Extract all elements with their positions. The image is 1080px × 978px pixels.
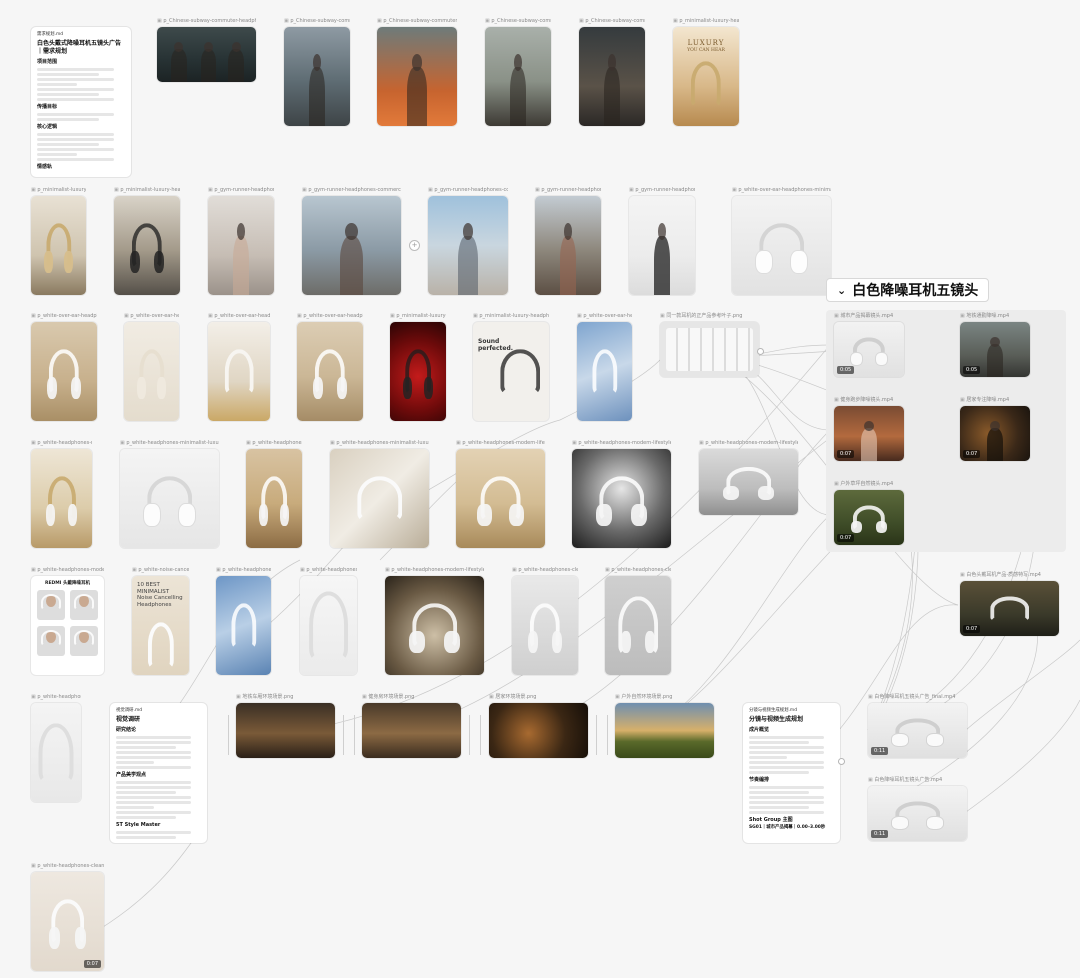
image-node[interactable]: 居家环境场景.png: [489, 694, 588, 758]
video-node[interactable]: 户外草坪自然镜头.mp4 0:07: [834, 481, 904, 545]
image-node[interactable]: p_white-headphones-...: [216, 567, 271, 675]
connector-handle[interactable]: [838, 758, 845, 765]
scroll-indicator: [607, 715, 608, 755]
requirements-doc[interactable]: 需求规划.md 白色头戴式降噪耳机五镜头广告｜需求规划 项目范围 传播目标 核心…: [31, 27, 131, 177]
scroll-indicator: [354, 715, 355, 755]
doc-title: 视觉调研: [116, 715, 141, 723]
doc-title: 白色头戴式降噪耳机五镜头广告｜需求规划: [37, 39, 122, 55]
image-node[interactable]: p_white-over-ear-headphones-minimalist-.…: [732, 187, 831, 295]
group-title[interactable]: ⌄ 白色降噪耳机五镜头: [826, 278, 990, 302]
add-node-icon[interactable]: +: [409, 240, 420, 251]
image-node[interactable]: p_gym-runner-headphones-...: [535, 187, 601, 295]
image-node[interactable]: p_white-headphones-clean-...: [605, 567, 671, 675]
image-node[interactable]: p_white-headphones-modern-lifestyle-...: [572, 440, 671, 548]
doc-heading: 研究结论: [116, 726, 137, 733]
video-node[interactable]: p_white-headphones-clean-mat... 0:07: [31, 863, 104, 971]
image-node[interactable]: p_white-headphones-minimalist-luxury-com…: [330, 440, 429, 548]
node-label: 视觉调研.md: [116, 708, 143, 713]
video-node[interactable]: 白色头戴耳机产品-质感特写.mp4 0:07: [960, 572, 1059, 636]
connector-handle[interactable]: [757, 348, 764, 355]
image-node[interactable]: p_minimalist-luxury-h...: [390, 313, 446, 421]
scroll-indicator: [596, 715, 597, 755]
image-node[interactable]: 健身房环境场景.png: [362, 694, 461, 758]
image-node[interactable]: p_gym-runner-headphones-...: [208, 187, 274, 295]
chevron-down-icon[interactable]: ⌄: [837, 284, 846, 297]
image-node[interactable]: p_white-headphones-minimalist-luxury-com…: [120, 440, 219, 548]
doc-heading: 5T Style Master: [116, 821, 161, 828]
doc-line: SG01｜城市产品揭幕｜0.00–3.00秒: [749, 824, 826, 830]
image-node[interactable]: p_minimalist-luxury-headph... LUXURY YOU…: [673, 18, 739, 126]
image-node[interactable]: p_minimalist-luxury-headphon... Sound pe…: [473, 313, 549, 421]
storyboard-doc[interactable]: 分镜与视频生成规划.md 分镜与视频生成规划 成片概览 节奏编排 Shot Gr…: [743, 703, 840, 843]
image-node[interactable]: p_white-over-ear-headphon...: [31, 313, 97, 421]
doc-heading: 项目范围: [37, 58, 58, 65]
image-node[interactable]: p_white-headphones-modern-lifestyle-comm…: [385, 567, 484, 675]
image-node[interactable]: p_gym-runner-headphones-co...: [629, 187, 695, 295]
image-node[interactable]: p_Chinese-subway-commuter-...: [377, 18, 457, 126]
image-node[interactable]: p_Chinese-subway-commut...: [579, 18, 645, 126]
image-node[interactable]: p_white-over-ear-headph...: [208, 313, 270, 421]
image-node[interactable]: 地铁车厢环境场景.png: [236, 694, 335, 758]
node-label: 分镜与视频生成规划.md: [749, 708, 797, 713]
image-node[interactable]: p_Chinese-subway-commut...: [485, 18, 551, 126]
image-node[interactable]: p_white-over-ear-hea...: [124, 313, 179, 421]
video-node[interactable]: 地铁通勤降噪.mp4 0:05: [960, 313, 1030, 377]
doc-heading: 节奏编排: [749, 776, 770, 783]
poster-title: Sound perfected.: [478, 338, 514, 352]
video-node[interactable]: 城市产品揭幕镜头.mp4 0:05: [834, 313, 904, 377]
image-node[interactable]: p_gym-runner-headphones-commercial-...: [428, 187, 508, 295]
video-node[interactable]: 健身跑步降噪镜头.mp4 0:07: [834, 397, 904, 461]
image-node[interactable]: 户外自然环境场景.png: [615, 694, 714, 758]
poster-title: 10 BEST MINIMALIST Noise Cancelling Head…: [137, 582, 183, 608]
video-node[interactable]: 居家专注降噪.mp4 0:07: [960, 397, 1030, 461]
group-title-text: 白色降噪耳机五镜头: [852, 283, 979, 299]
image-node[interactable]: p_white-headphones-...: [246, 440, 302, 548]
video-node[interactable]: 白色降噪耳机五镜头广告_final.mp4 0:11: [868, 694, 967, 758]
image-node[interactable]: p_white-headphones-...: [31, 694, 81, 802]
workflow-canvas[interactable]: 需求规划.md 白色头戴式降噪耳机五镜头广告｜需求规划 项目范围 传播目标 核心…: [0, 0, 1080, 978]
poster-title: LUXURY: [687, 39, 725, 47]
doc-heading: 传播目标: [37, 103, 58, 110]
image-node[interactable]: p_white-headphones-modern-lifestyle-comm…: [699, 440, 798, 515]
image-node[interactable]: p_minimalist-luxury-h...: [31, 187, 86, 295]
scroll-indicator: [480, 715, 481, 755]
image-node[interactable]: p_Chinese-subway-commut...: [284, 18, 350, 126]
image-node[interactable]: p_white-headphones-clean-...: [512, 567, 578, 675]
image-node[interactable]: p_gym-runner-headphones-commercial-phot.…: [302, 187, 401, 295]
image-node[interactable]: p_minimalist-luxury-headph...: [114, 187, 180, 295]
scroll-indicator: [228, 715, 229, 755]
image-node[interactable]: 同一款耳机的正产品参考叶子.png: [660, 313, 759, 377]
image-node[interactable]: p_white-over-ear-hea...: [577, 313, 632, 421]
image-node[interactable]: p_white-noise-cancell... 10 BEST MINIMAL…: [132, 567, 189, 675]
poster-subtitle: YOU CAN HEAR: [687, 48, 725, 53]
poster-title: REDMI 头戴降噪耳机: [45, 581, 90, 586]
doc-heading: 产品美学观点: [116, 771, 147, 778]
image-node[interactable]: p_white-headphones-modern-lif... REDMI 头…: [31, 567, 104, 675]
image-node[interactable]: p_white-headphones-m...: [300, 567, 357, 675]
image-node[interactable]: p_white-headphones-modern-lifestyle-...: [456, 440, 545, 548]
doc-heading: 核心逻辑: [37, 123, 58, 130]
video-node[interactable]: 白色降噪耳机五镜头广告.mp4 0:11: [868, 777, 967, 841]
image-node[interactable]: p_white-headphones-m...: [31, 440, 92, 548]
doc-heading: 情感轨: [37, 163, 53, 170]
doc-title: 分镜与视频生成规划: [749, 715, 804, 723]
node-label: 需求规划.md: [37, 32, 64, 37]
image-node[interactable]: p_Chinese-subway-commuter-headphones-...: [157, 18, 256, 82]
scroll-indicator: [343, 715, 344, 755]
scroll-indicator: [469, 715, 470, 755]
visual-research-doc[interactable]: 视觉调研.md 视觉调研 研究结论 产品美学观点 5T Style Master: [110, 703, 207, 843]
doc-heading: Shot Group 主图: [749, 816, 793, 823]
image-node[interactable]: p_white-over-ear-headphon...: [297, 313, 363, 421]
doc-heading: 成片概览: [749, 726, 770, 733]
